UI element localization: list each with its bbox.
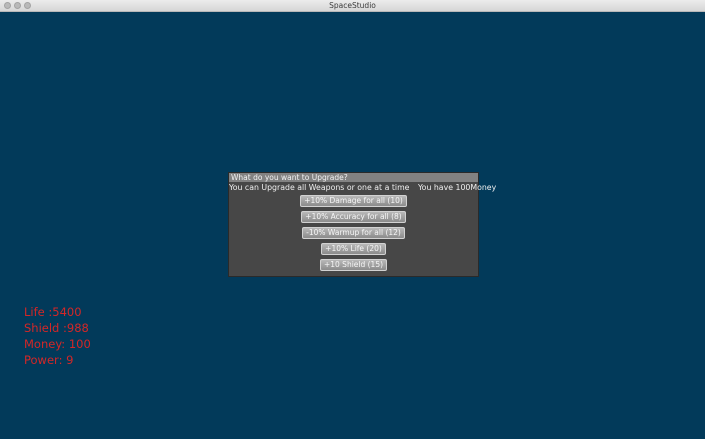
- window-titlebar: SpaceStudio: [0, 0, 705, 12]
- money-note: You have 100Money: [417, 183, 497, 192]
- upgrade-dialog: What do you want to Upgrade? You can Upg…: [228, 172, 496, 277]
- dialog-subtitle: You can Upgrade all Weapons or one at a …: [229, 183, 410, 192]
- window-title: SpaceStudio: [329, 1, 376, 10]
- dialog-header: What do you want to Upgrade?: [229, 173, 478, 182]
- power-stat: Power: 9: [24, 353, 74, 367]
- player-stats: Life :5400 Shield :988 Money: 100 Power:…: [24, 304, 91, 368]
- upgrade-damage-button[interactable]: +10% Damage for all (10): [300, 195, 407, 207]
- upgrade-shield-button[interactable]: +10 Shield (15): [319, 259, 388, 271]
- dialog-subtitle-row: You can Upgrade all Weapons or one at a …: [229, 182, 496, 194]
- upgrade-accuracy-button[interactable]: +10% Accuracy for all (8): [301, 211, 406, 223]
- life-stat: Life :5400: [24, 305, 82, 319]
- money-stat: Money: 100: [24, 337, 91, 351]
- upgrade-warmup-button[interactable]: -10% Warmup for all (12): [302, 227, 405, 239]
- shield-stat: Shield :988: [24, 321, 89, 335]
- upgrade-button-list: +10% Damage for all (10) +10% Accuracy f…: [229, 195, 478, 275]
- upgrade-life-button[interactable]: +10% Life (20): [321, 243, 386, 255]
